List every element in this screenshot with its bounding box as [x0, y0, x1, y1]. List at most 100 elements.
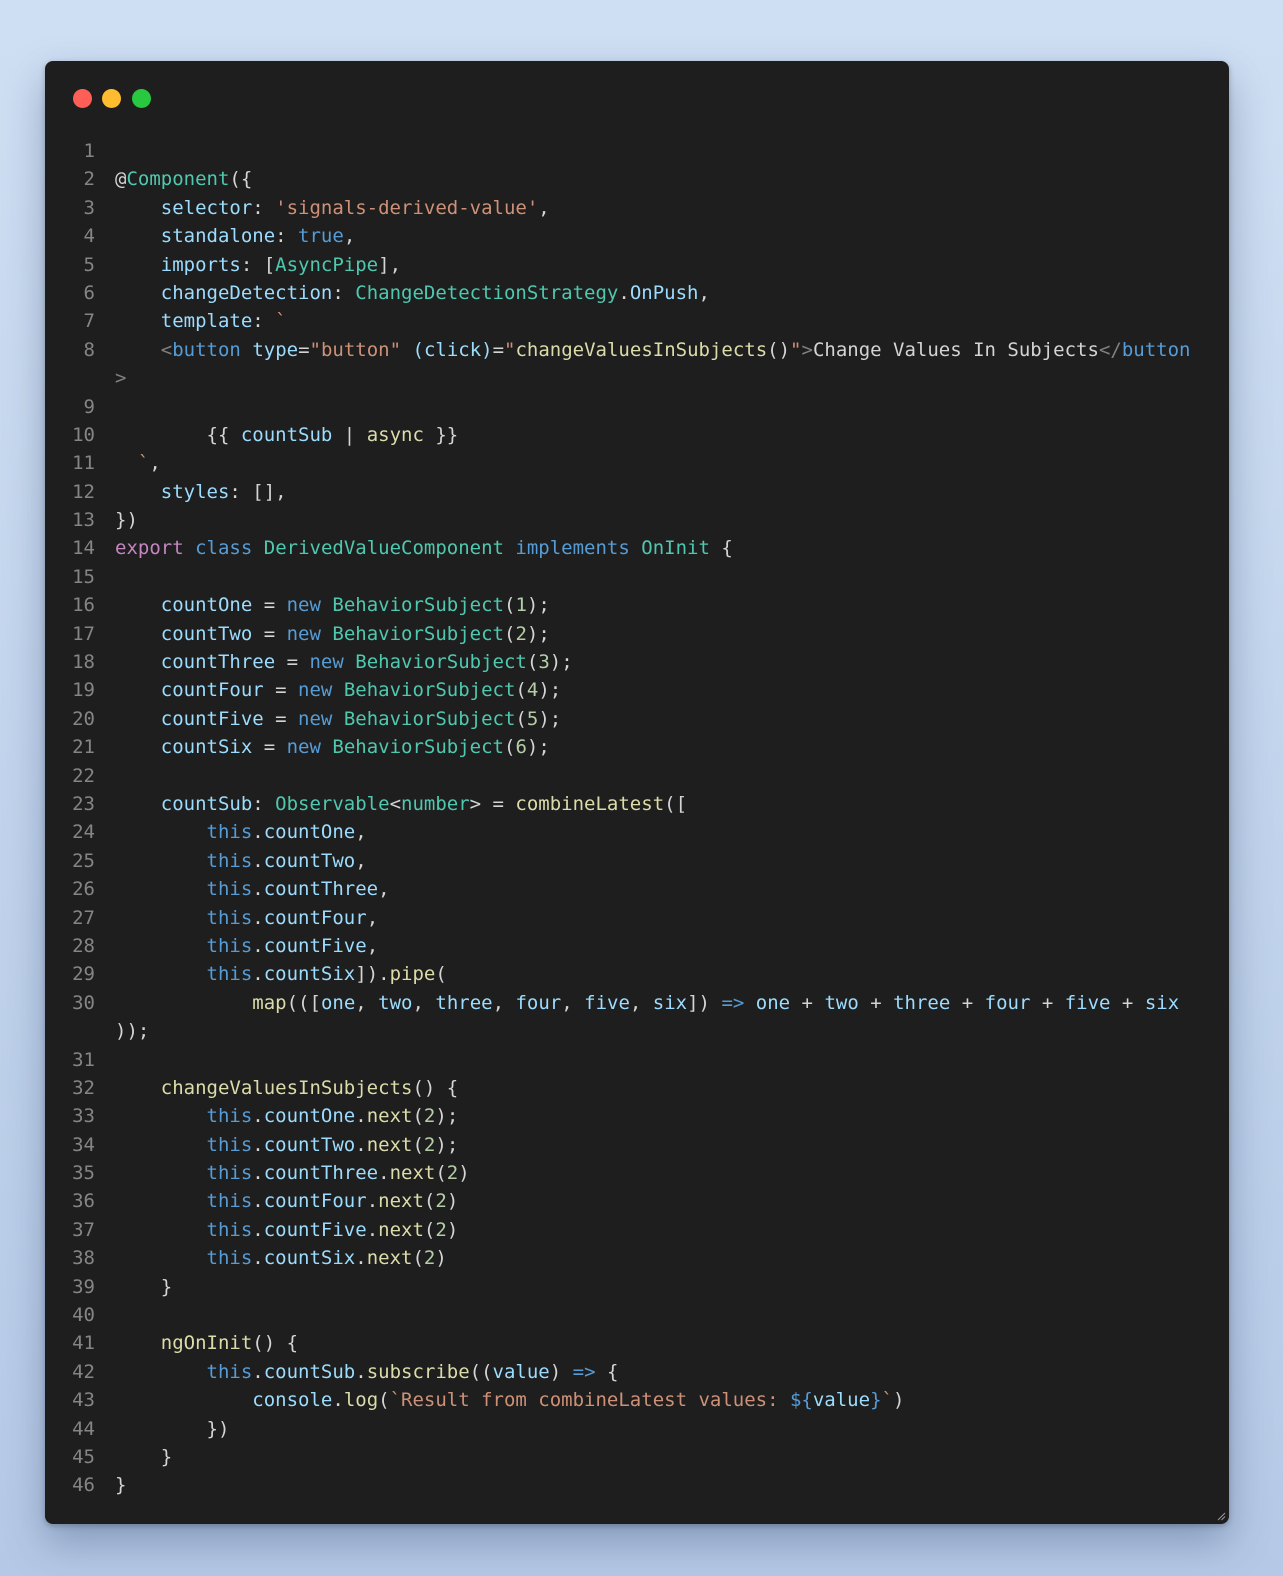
- code-text: ngOnInit() {: [115, 1329, 298, 1357]
- code-token: ${: [789, 1389, 813, 1412]
- code-token: six: [1144, 991, 1180, 1014]
- line-number: 33: [72, 1105, 95, 1128]
- code-text: changeValuesInSubjects() {: [115, 1074, 458, 1102]
- maximize-button[interactable]: [132, 89, 151, 108]
- code-token: .: [252, 1360, 264, 1383]
- code-line: 17 countTwo = new BehaviorSubject(2);: [45, 620, 1229, 648]
- code-token: BehaviorSubject: [343, 679, 516, 702]
- code-token: ({: [229, 168, 253, 191]
- code-token: }: [870, 1389, 882, 1412]
- line-number: 34: [72, 1133, 95, 1156]
- line-number: 44: [72, 1417, 95, 1440]
- code-window: 1 2 @Component({3 selector: 'signals-deriv…: [45, 61, 1229, 1524]
- code-token: `Result from combineLatest values:: [389, 1389, 790, 1412]
- code-token: .: [355, 1105, 367, 1128]
- code-line: 11 `,: [45, 449, 1229, 477]
- code-token: ": [790, 338, 802, 361]
- code-token: ([: [664, 792, 688, 815]
- code-line: 31: [45, 1046, 1229, 1074]
- code-token: =: [298, 338, 310, 361]
- code-token: three: [435, 991, 493, 1014]
- code-line: 6 changeDetection: ChangeDetectionStrate…: [45, 279, 1229, 307]
- code-token: () {: [412, 1076, 459, 1099]
- code-token: .: [355, 1247, 367, 1270]
- resize-grip-icon[interactable]: [1216, 1511, 1226, 1521]
- code-token: this: [206, 963, 253, 986]
- close-button[interactable]: [73, 89, 92, 108]
- code-line: 25 this.countTwo,: [45, 847, 1229, 875]
- code-token: .: [252, 1133, 264, 1156]
- code-token: 6: [515, 736, 527, 759]
- code-token: );: [538, 707, 562, 730]
- code-token: 2: [435, 1190, 447, 1213]
- line-number: 17: [72, 622, 95, 645]
- code-token: four: [984, 991, 1031, 1014]
- code-token: standalone: [160, 225, 276, 248]
- code-token: countThree: [263, 878, 379, 901]
- line-number: 6: [83, 281, 95, 304]
- code-text: {{ countSub | async }}: [115, 421, 459, 449]
- code-line: 21 countSix = new BehaviorSubject(6);: [45, 733, 1229, 761]
- code-token: .: [252, 1190, 264, 1213]
- code-token: );: [435, 1133, 459, 1156]
- minimize-button[interactable]: [102, 89, 121, 108]
- code-token: (: [435, 963, 447, 986]
- code-token: {: [595, 1360, 619, 1383]
- code-token: (): [767, 338, 791, 361]
- code-token: ,: [355, 849, 367, 872]
- code-token: next: [378, 1190, 424, 1213]
- code-token: ]): [687, 991, 722, 1014]
- code-editor[interactable]: 1 2 @Component({3 selector: 'signals-deriv…: [45, 137, 1229, 1500]
- code-token: ]).: [355, 963, 390, 986]
- code-token: ,: [149, 452, 161, 475]
- code-token: this: [206, 849, 253, 872]
- code-token: (: [503, 736, 516, 759]
- line-number: 2: [83, 168, 95, 191]
- code-line: 5 imports: [AsyncPipe],: [45, 251, 1229, 279]
- code-line: 7 template: `: [45, 307, 1229, 335]
- code-token: +: [858, 991, 894, 1014]
- line-number: 4: [83, 225, 95, 248]
- code-token: =: [263, 707, 299, 730]
- code-token: }}: [423, 423, 459, 446]
- line-number: 20: [72, 707, 95, 730]
- code-token: five: [584, 991, 630, 1014]
- code-token: this: [206, 1162, 253, 1185]
- code-token: : [: [240, 253, 276, 276]
- code-token: one: [755, 991, 791, 1014]
- code-token: .: [252, 821, 264, 844]
- code-token: > =: [469, 792, 516, 815]
- code-token: ": [504, 338, 516, 361]
- code-token: .: [355, 1360, 367, 1383]
- code-token: .: [332, 1389, 344, 1412]
- line-number: 41: [72, 1332, 95, 1355]
- code-token: console: [252, 1389, 333, 1412]
- code-token: next: [366, 1247, 413, 1270]
- code-token: this: [206, 1218, 253, 1241]
- code-token: this: [206, 1105, 253, 1128]
- code-token: =>: [572, 1360, 596, 1383]
- code-token: countThree: [263, 1162, 379, 1185]
- line-number: 27: [72, 906, 95, 929]
- line-number: 42: [72, 1360, 95, 1383]
- code-token: ,: [343, 225, 356, 248]
- code-token: ,: [355, 991, 379, 1014]
- code-token: ): [446, 1190, 459, 1213]
- code-token: =>: [721, 991, 745, 1014]
- code-line: 16 countOne = new BehaviorSubject(1);: [45, 591, 1229, 619]
- code-token: button: [1121, 338, 1191, 361]
- code-token: countFour: [263, 1190, 367, 1213]
- code-token: countThree: [160, 651, 276, 674]
- code-text: countSub: Observable<number> = combineLa…: [115, 790, 687, 818]
- line-number: 40: [72, 1304, 95, 1327]
- code-token: true: [298, 225, 344, 248]
